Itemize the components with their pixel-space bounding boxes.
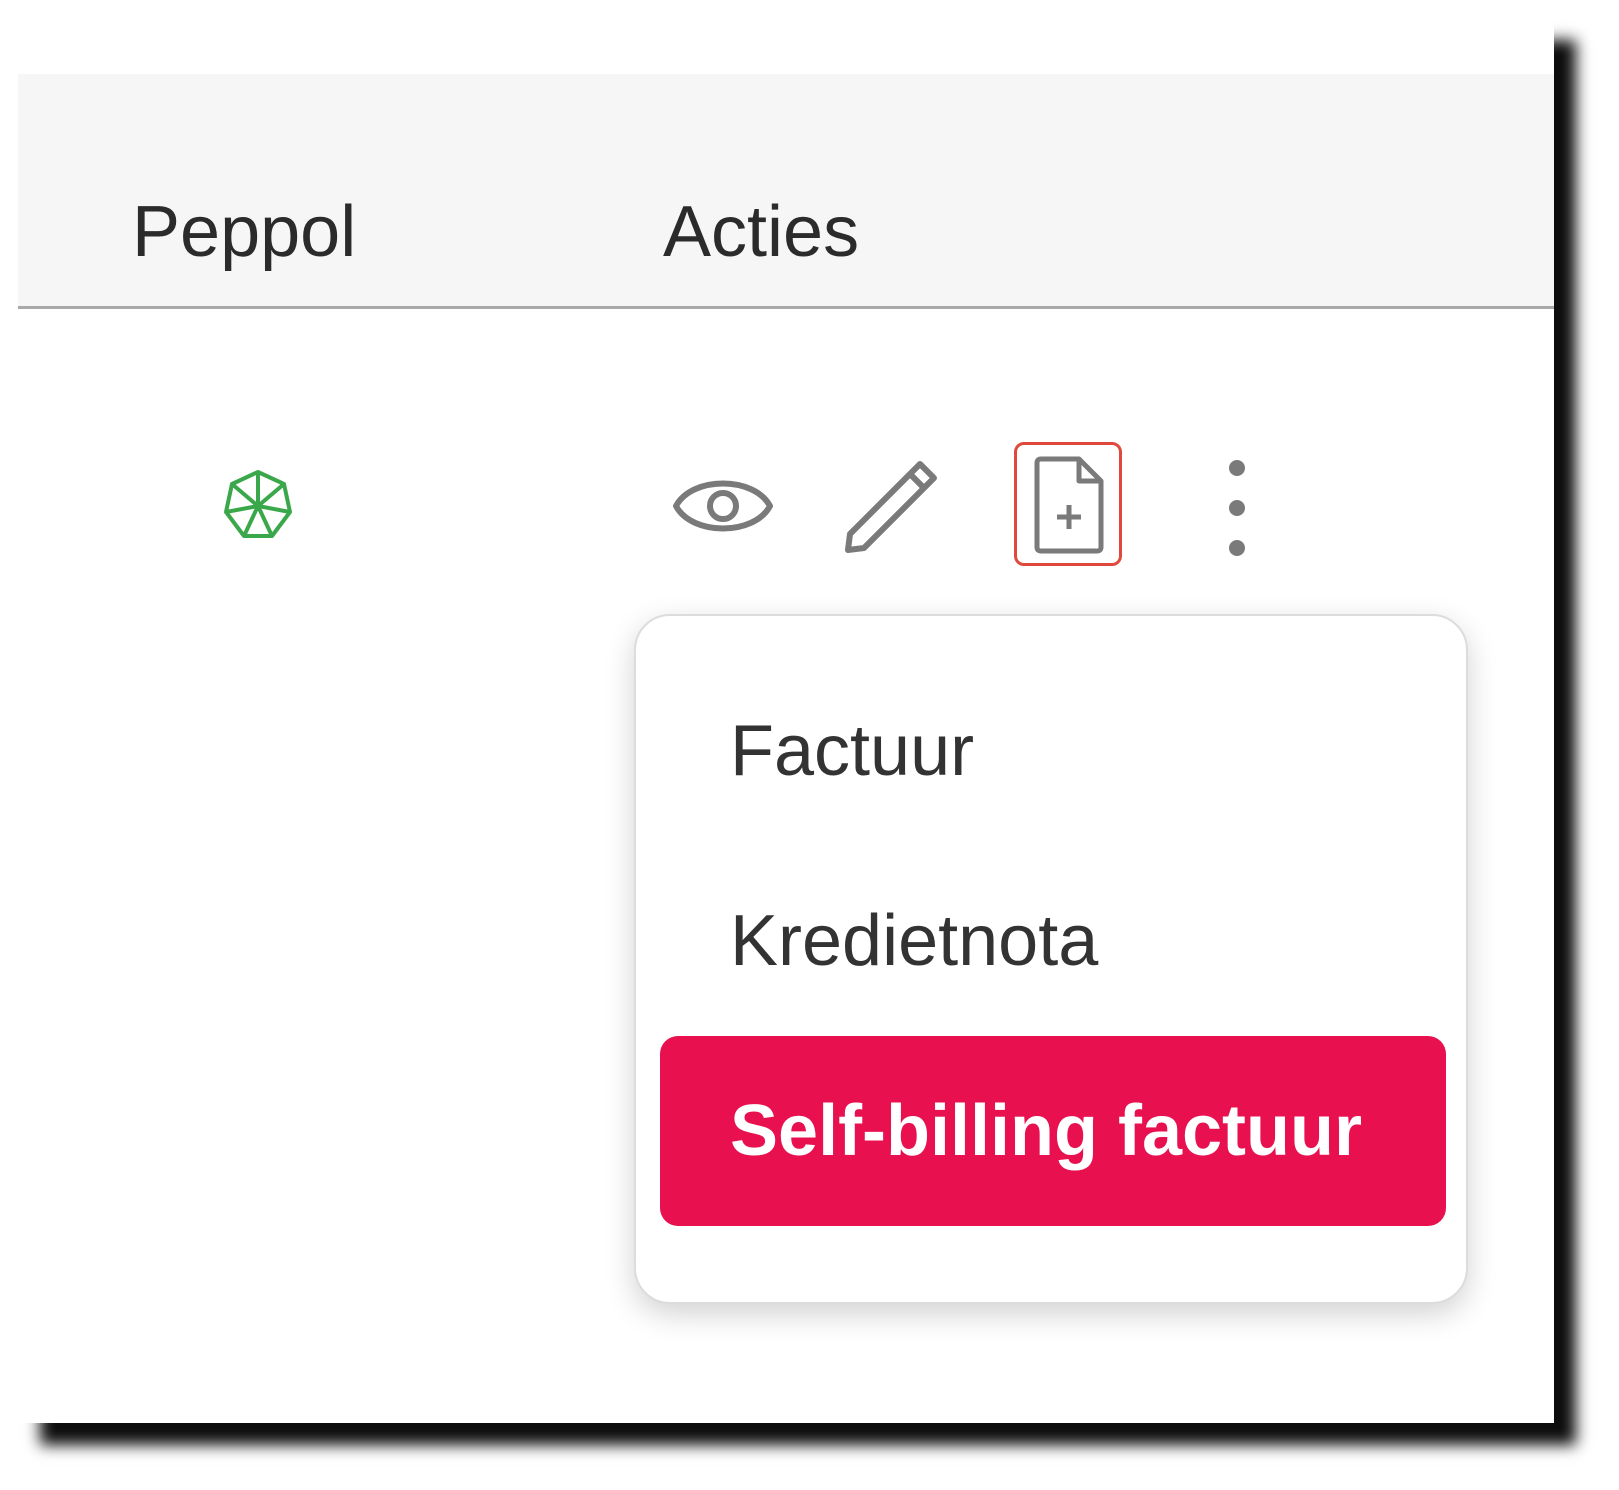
document-plus-icon <box>1034 456 1104 554</box>
table-header: Peppol Acties <box>18 74 1554 309</box>
column-header-peppol: Peppol <box>132 192 357 272</box>
new-document-dropdown-menu: Factuur Kredietnota Self-billing factuur <box>634 614 1468 1304</box>
more-actions-button[interactable] <box>1214 458 1260 558</box>
pencil-icon <box>845 461 937 553</box>
peppol-network-icon <box>218 466 298 546</box>
column-header-acties: Acties <box>663 192 860 272</box>
edit-button[interactable] <box>842 456 942 556</box>
new-document-button[interactable] <box>1014 442 1122 566</box>
view-button[interactable] <box>670 466 776 546</box>
eye-icon <box>673 480 773 532</box>
menu-item-self-billing-factuur[interactable]: Self-billing factuur <box>660 1036 1446 1226</box>
menu-item-factuur[interactable]: Factuur <box>660 656 1446 846</box>
menu-item-kredietnota[interactable]: Kredietnota <box>660 846 1446 1036</box>
vertical-dots-icon <box>1229 460 1245 556</box>
